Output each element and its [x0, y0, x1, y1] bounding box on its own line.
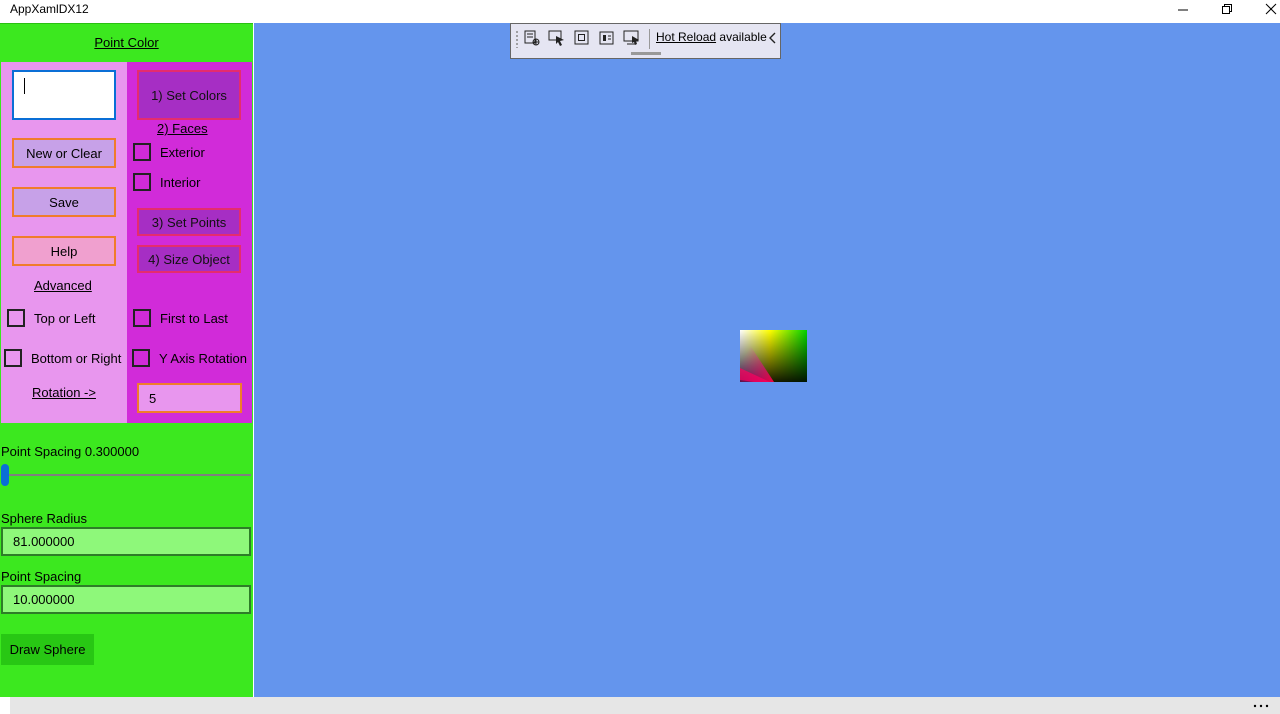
layout-adorners-icon[interactable] — [572, 28, 592, 48]
rotation-input[interactable]: 5 — [137, 383, 242, 413]
draw-sphere-button[interactable]: Draw Sphere — [1, 634, 94, 665]
sphere-radius-input[interactable]: 81.000000 — [1, 527, 251, 556]
exterior-label: Exterior — [160, 144, 205, 160]
y-axis-rotation-checkbox[interactable] — [132, 349, 150, 367]
top-or-left-checkbox[interactable] — [7, 309, 25, 327]
exterior-checkbox[interactable] — [133, 143, 151, 161]
help-button[interactable]: Help — [12, 236, 116, 266]
interior-checkbox-row[interactable]: Interior — [133, 173, 200, 191]
restore-button[interactable] — [1204, 0, 1250, 18]
chevron-left-icon[interactable] — [767, 30, 779, 46]
left-panel: Point Color New or Clear Save Help Advan… — [0, 23, 253, 697]
restore-icon — [1222, 4, 1232, 14]
close-button[interactable] — [1248, 0, 1280, 18]
track-focus-icon[interactable] — [597, 28, 617, 48]
size-object-button[interactable]: 4) Size Object — [137, 245, 241, 273]
bottom-or-right-checkbox-row[interactable]: Bottom or Right — [4, 349, 121, 367]
text-caret — [24, 78, 25, 94]
bottom-or-right-checkbox[interactable] — [4, 349, 22, 367]
exterior-checkbox-row[interactable]: Exterior — [133, 143, 205, 161]
top-or-left-label: Top or Left — [34, 310, 96, 326]
save-button[interactable]: Save — [12, 187, 116, 217]
toolbar-drag-handle[interactable] — [631, 52, 661, 55]
set-colors-button[interactable]: 1) Set Colors — [137, 70, 241, 120]
point-spacing-input[interactable]: 10.000000 — [1, 585, 251, 614]
color-cube-object — [740, 330, 807, 382]
first-to-last-label: First to Last — [160, 310, 228, 326]
live-visual-tree-icon[interactable] — [522, 28, 542, 48]
new-or-clear-button[interactable]: New or Clear — [12, 138, 116, 168]
close-icon — [1265, 3, 1277, 15]
hot-reload-status-text: available — [719, 30, 767, 44]
color-text-input[interactable] — [12, 70, 116, 120]
point-color-link[interactable]: Point Color — [0, 35, 253, 50]
minimize-icon — [1178, 9, 1188, 11]
hot-reload-status: Hot Reload available — [656, 30, 767, 44]
rotation-link[interactable]: Rotation -> — [32, 385, 96, 400]
select-element-icon[interactable] — [547, 28, 567, 48]
point-spacing-label: Point Spacing — [1, 569, 82, 584]
hot-reload-toolbar: Hot Reload available — [510, 23, 781, 59]
bottom-app-bar — [10, 697, 1280, 714]
first-to-last-checkbox[interactable] — [133, 309, 151, 327]
toolbar-separator — [649, 29, 650, 49]
hot-reload-link[interactable]: Hot Reload — [656, 30, 716, 44]
point-spacing-slider-track[interactable] — [1, 474, 251, 476]
bottom-or-right-label: Bottom or Right — [31, 350, 122, 366]
toolbar-grip-icon[interactable] — [515, 30, 519, 48]
point-spacing-slider-thumb[interactable] — [1, 464, 9, 486]
sphere-radius-label: Sphere Radius — [1, 511, 87, 526]
interior-label: Interior — [160, 174, 201, 190]
display-layout-icon[interactable] — [622, 28, 642, 48]
more-button[interactable] — [1250, 697, 1272, 714]
more-icon — [1253, 704, 1269, 707]
faces-link[interactable]: 2) Faces — [157, 121, 208, 136]
y-axis-rotation-checkbox-row[interactable]: Y Axis Rotation — [132, 349, 247, 367]
top-or-left-checkbox-row[interactable]: Top or Left — [7, 309, 95, 327]
minimize-button[interactable] — [1160, 0, 1206, 18]
app-title: AppXamlDX12 — [10, 2, 89, 16]
interior-checkbox[interactable] — [133, 173, 151, 191]
advanced-link[interactable]: Advanced — [34, 278, 92, 293]
first-to-last-checkbox-row[interactable]: First to Last — [133, 309, 228, 327]
title-bar: AppXamlDX12 — [0, 0, 1280, 23]
set-points-button[interactable]: 3) Set Points — [137, 208, 241, 236]
y-axis-rotation-label: Y Axis Rotation — [159, 350, 247, 366]
point-spacing-slider-label: Point Spacing 0.300000 — [1, 444, 140, 459]
render-canvas[interactable] — [254, 23, 1280, 697]
